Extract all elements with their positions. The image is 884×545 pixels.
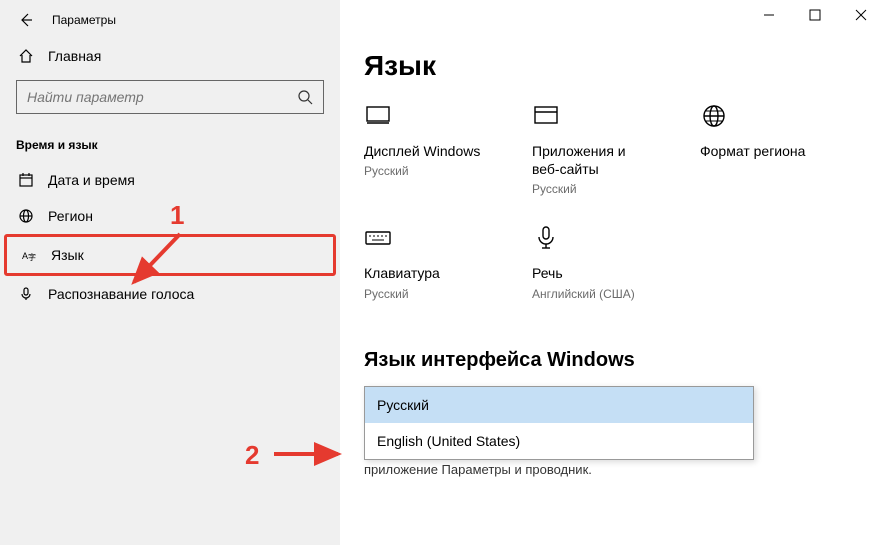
tiles-row-2: Клавиатура Русский Речь Английский (США)	[364, 224, 860, 300]
minimize-button[interactable]	[746, 0, 792, 30]
tile-sub: Русский	[364, 164, 484, 178]
tile-sub: Английский (США)	[532, 287, 652, 301]
tile-display[interactable]: Дисплей Windows Русский	[364, 102, 484, 196]
tile-label: Дисплей Windows	[364, 142, 484, 160]
maximize-button[interactable]	[792, 0, 838, 30]
sidebar-item-label: Регион	[48, 208, 93, 224]
home-icon	[18, 48, 34, 64]
keyboard-icon	[364, 224, 392, 252]
language-dropdown[interactable]: Русский English (United States)	[364, 386, 754, 460]
language-icon: A字	[21, 247, 37, 263]
tile-keyboard[interactable]: Клавиатура Русский	[364, 224, 484, 300]
home-label: Главная	[48, 48, 101, 64]
sidebar-item-speech[interactable]: Распознавание голоса	[0, 276, 340, 312]
sidebar-group-title: Время и язык	[0, 114, 340, 162]
search-input[interactable]	[16, 80, 324, 114]
dropdown-option[interactable]: English (United States)	[365, 423, 753, 459]
back-arrow-icon[interactable]	[18, 12, 34, 28]
sidebar: Параметры Главная Время и язык Дата и вр…	[0, 0, 340, 545]
calendar-icon	[18, 172, 34, 188]
tile-label: Клавиатура	[364, 264, 484, 282]
window-icon	[532, 102, 560, 130]
main-panel: Язык Дисплей Windows Русский Приложения …	[340, 0, 884, 545]
tile-sub: Русский	[532, 182, 652, 196]
dropdown-option[interactable]: Русский	[365, 387, 753, 423]
monitor-icon	[364, 102, 392, 130]
home-nav[interactable]: Главная	[0, 38, 340, 74]
globe-icon	[18, 208, 34, 224]
section-title: Язык интерфейса Windows	[364, 349, 860, 372]
search-text-field[interactable]	[27, 89, 297, 105]
tile-speech[interactable]: Речь Английский (США)	[532, 224, 652, 300]
sidebar-header: Параметры	[0, 0, 340, 38]
window-controls	[746, 0, 884, 30]
sidebar-item-label: Язык	[51, 247, 84, 263]
search-icon	[297, 89, 313, 105]
sidebar-item-datetime[interactable]: Дата и время	[0, 162, 340, 198]
microphone-icon	[532, 224, 560, 252]
sidebar-item-label: Распознавание голоса	[48, 286, 194, 302]
tile-region-format[interactable]: Формат региона	[700, 102, 820, 196]
tile-apps-sites[interactable]: Приложения и веб-сайты Русский	[532, 102, 652, 196]
globe-icon	[700, 102, 728, 130]
sidebar-item-language[interactable]: A字 Язык	[4, 234, 336, 276]
sidebar-item-label: Дата и время	[48, 172, 135, 188]
tile-sub: Русский	[364, 287, 484, 301]
microphone-icon	[18, 286, 34, 302]
window-title: Параметры	[52, 13, 116, 27]
tile-label: Формат региона	[700, 142, 820, 160]
svg-text:字: 字	[28, 252, 36, 262]
truncated-description: приложение Параметры и проводник.	[364, 462, 860, 477]
tile-label: Приложения и веб-сайты	[532, 142, 652, 178]
tiles-row-1: Дисплей Windows Русский Приложения и веб…	[364, 102, 860, 196]
close-button[interactable]	[838, 0, 884, 30]
tile-label: Речь	[532, 264, 652, 282]
sidebar-item-region[interactable]: Регион	[0, 198, 340, 234]
